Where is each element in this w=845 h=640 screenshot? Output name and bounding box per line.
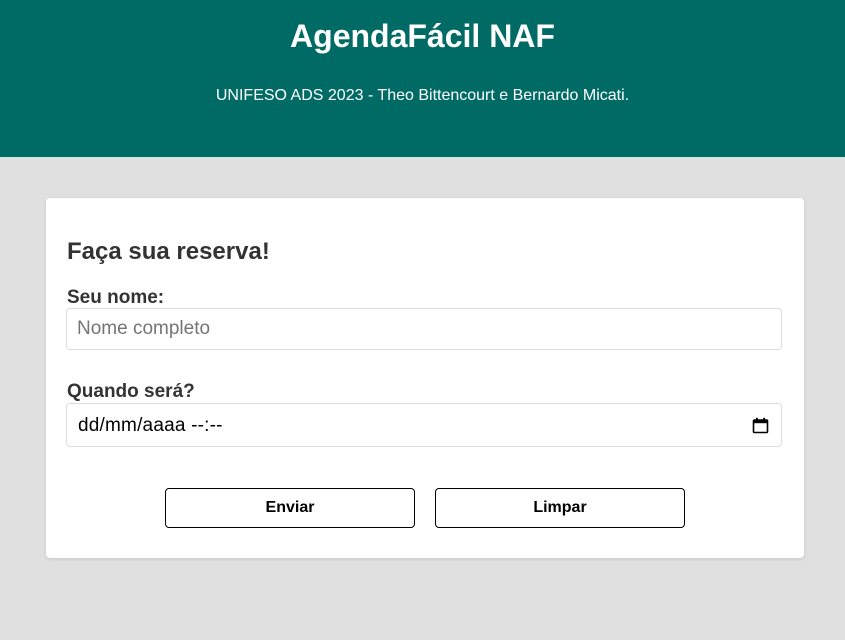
- site-title: AgendaFácil NAF: [290, 18, 555, 54]
- site-header: AgendaFácil NAF UNIFESO ADS 2023 - Theo …: [0, 0, 845, 157]
- reservation-form-card: Faça sua reserva! Seu nome: Quando será?…: [46, 198, 804, 558]
- site-subtitle: UNIFESO ADS 2023 - Theo Bittencourt e Be…: [215, 87, 630, 104]
- calendar-icon[interactable]: [752, 417, 769, 434]
- form-heading: Faça sua reserva!: [67, 238, 270, 265]
- name-label: Seu nome:: [67, 287, 165, 308]
- submit-button[interactable]: Enviar: [165, 488, 415, 528]
- name-input[interactable]: [66, 308, 782, 350]
- date-label: Quando será?: [67, 381, 195, 402]
- reset-button[interactable]: Limpar: [435, 488, 685, 528]
- datetime-input[interactable]: dd/mm/aaaa --:--: [66, 403, 782, 447]
- datetime-input-value: dd/mm/aaaa --:--: [78, 415, 223, 436]
